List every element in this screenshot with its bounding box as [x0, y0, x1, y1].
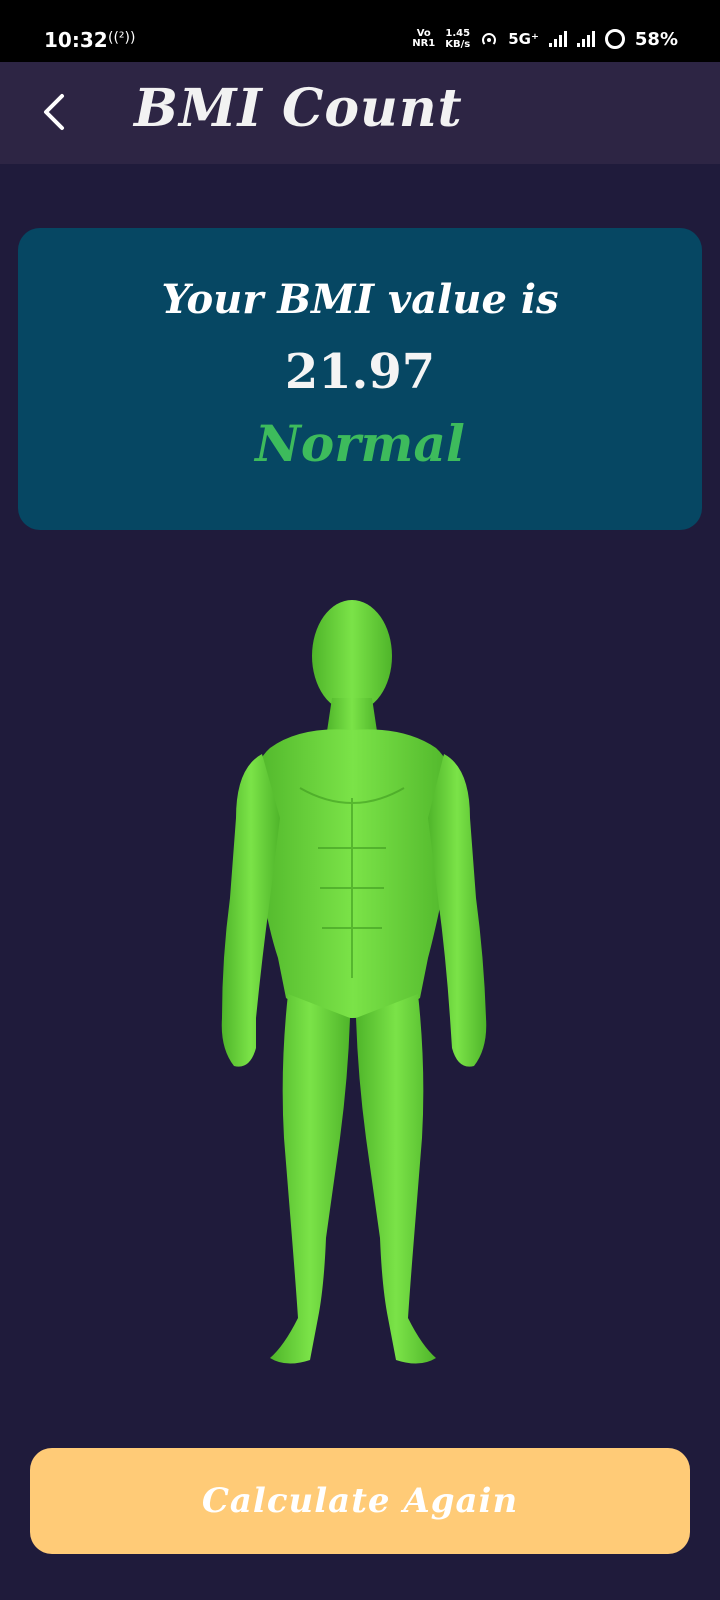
calculate-again-label: Calculate Again: [201, 1481, 519, 1521]
calculate-again-button[interactable]: Calculate Again: [30, 1448, 690, 1554]
bmi-value: 21.97: [284, 344, 436, 400]
chevron-left-icon: [44, 94, 64, 130]
network-type: 5G⁺: [508, 30, 539, 48]
network-speed-unit: KB/s: [445, 39, 471, 50]
signal-strength-secondary-icon: [576, 31, 595, 47]
nfc-indicator-icon: ((²)): [108, 30, 136, 46]
network-speed: 1.45 KB/s: [445, 28, 470, 50]
result-card: Your BMI value is 21.97 Normal: [18, 228, 702, 530]
result-heading: Your BMI value is: [161, 276, 559, 323]
volte-indicator: Vo NR1: [412, 29, 435, 49]
status-indicators: Vo NR1 1.45 KB/s 5G⁺ 58%: [412, 28, 678, 50]
body-figure-icon: [221, 600, 487, 1364]
signal-strength-icon: [548, 31, 567, 47]
battery-icon: [604, 29, 625, 49]
battery-percentage: 58%: [634, 28, 678, 50]
back-button[interactable]: [26, 84, 82, 140]
network-speed-value: 1.45: [445, 28, 471, 39]
volte-network-label: NR1: [412, 38, 436, 49]
app-bar: BMI Count: [0, 62, 720, 164]
status-bar: 10:32 ((²)) Vo NR1 1.45 KB/s 5G⁺ 58%: [0, 0, 720, 62]
status-time: 10:32: [44, 28, 108, 52]
page-title: BMI Count: [134, 78, 463, 139]
bmi-category: Normal: [255, 414, 465, 473]
hotspot-icon: [482, 33, 497, 45]
